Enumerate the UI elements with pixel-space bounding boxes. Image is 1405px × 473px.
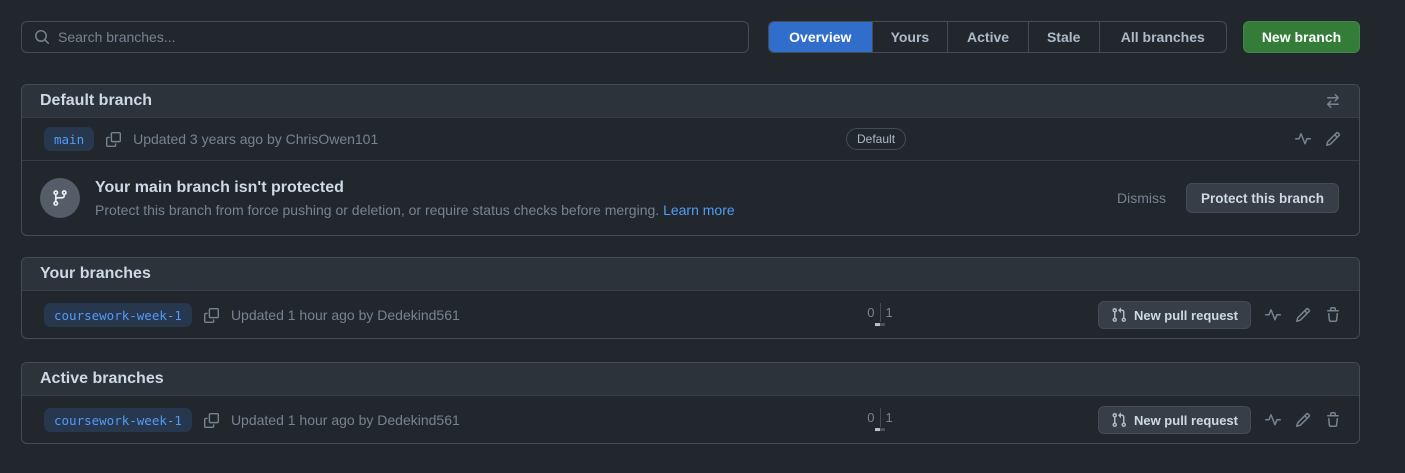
- branch-link-main[interactable]: main: [44, 127, 94, 151]
- default-branch-card: Default branch main Updated 3 years ago …: [21, 84, 1360, 236]
- section-title: Active branches: [40, 370, 164, 388]
- branches-toolbar: Overview Yours Active Stale All branches…: [21, 21, 1360, 53]
- copy-branch-name-button[interactable]: [106, 132, 121, 147]
- ahead-bar: [880, 428, 885, 431]
- tab-stale[interactable]: Stale: [1028, 22, 1099, 52]
- new-pull-request-button[interactable]: New pull request: [1098, 406, 1251, 434]
- protect-branch-button[interactable]: Protect this branch: [1186, 183, 1339, 213]
- notice-description-text: Protect this branch from force pushing o…: [95, 202, 659, 218]
- git-branch-icon: [51, 189, 69, 207]
- branch-meta: Updated 1 hour ago by Dedekind561: [231, 307, 460, 323]
- active-branches-header: Active branches: [22, 363, 1359, 396]
- rename-branch-button[interactable]: [1295, 307, 1311, 323]
- new-pull-request-label: New pull request: [1134, 413, 1238, 428]
- copy-icon: [204, 308, 219, 323]
- branch-meta: Updated 1 hour ago by Dedekind561: [231, 412, 460, 428]
- branch-activity-button[interactable]: [1265, 307, 1281, 323]
- new-branch-button[interactable]: New branch: [1243, 21, 1360, 53]
- rename-branch-button[interactable]: [1325, 131, 1341, 147]
- search-box[interactable]: [21, 21, 749, 53]
- default-badge: Default: [846, 128, 906, 150]
- default-branch-header: Default branch: [22, 85, 1359, 118]
- copy-branch-name-button[interactable]: [204, 413, 219, 428]
- new-pull-request-label: New pull request: [1134, 308, 1238, 323]
- copy-icon: [106, 132, 121, 147]
- section-title: Your branches: [40, 265, 151, 283]
- search-icon: [34, 29, 50, 45]
- copy-icon: [204, 413, 219, 428]
- branch-protection-avatar: [40, 178, 80, 218]
- pencil-icon: [1295, 307, 1311, 323]
- branch-row: coursework-week-1 Updated 1 hour ago by …: [22, 396, 1359, 444]
- tab-overview[interactable]: Overview: [769, 22, 872, 52]
- rename-branch-button[interactable]: [1295, 412, 1311, 428]
- trash-icon: [1325, 307, 1341, 323]
- pulse-icon: [1265, 412, 1281, 428]
- branch-activity-button[interactable]: [1295, 131, 1311, 147]
- change-default-branch-button[interactable]: [1325, 93, 1341, 109]
- tab-all-branches[interactable]: All branches: [1099, 22, 1226, 52]
- pencil-icon: [1295, 412, 1311, 428]
- behind-count: 0: [862, 410, 880, 425]
- trash-icon: [1325, 412, 1341, 428]
- search-input[interactable]: [58, 29, 736, 45]
- notice-description: Protect this branch from force pushing o…: [95, 202, 735, 218]
- branch-row: coursework-week-1 Updated 1 hour ago by …: [22, 291, 1359, 339]
- section-title: Default branch: [40, 92, 152, 110]
- branch-filter-tabs: Overview Yours Active Stale All branches: [768, 21, 1227, 53]
- branch-meta: Updated 3 years ago by ChrisOwen101: [133, 131, 378, 147]
- ahead-behind-counter: 0 1: [858, 408, 902, 431]
- branches-page: Overview Yours Active Stale All branches…: [0, 0, 1405, 473]
- active-branches-card: Active branches coursework-week-1 Update…: [21, 362, 1360, 444]
- your-branches-card: Your branches coursework-week-1 Updated …: [21, 257, 1360, 339]
- behind-count: 0: [862, 305, 880, 320]
- delete-branch-button[interactable]: [1325, 412, 1341, 428]
- branch-activity-button[interactable]: [1265, 412, 1281, 428]
- git-pull-request-icon: [1111, 412, 1127, 428]
- tab-active[interactable]: Active: [947, 22, 1028, 52]
- copy-branch-name-button[interactable]: [204, 308, 219, 323]
- ahead-count: 1: [881, 305, 899, 320]
- default-branch-row: main Updated 3 years ago by ChrisOwen101…: [22, 118, 1359, 161]
- new-pull-request-button[interactable]: New pull request: [1098, 301, 1251, 329]
- pulse-icon: [1295, 131, 1311, 147]
- git-pull-request-icon: [1111, 307, 1127, 323]
- ahead-count: 1: [881, 410, 899, 425]
- dismiss-button[interactable]: Dismiss: [1117, 190, 1166, 206]
- ahead-behind-counter: 0 1: [858, 303, 902, 326]
- notice-title: Your main branch isn't protected: [95, 179, 735, 197]
- your-branches-header: Your branches: [22, 258, 1359, 291]
- pencil-icon: [1325, 131, 1341, 147]
- tab-yours[interactable]: Yours: [872, 22, 948, 52]
- arrow-switch-icon: [1325, 93, 1341, 109]
- ahead-bar: [880, 323, 885, 326]
- pulse-icon: [1265, 307, 1281, 323]
- branch-link-coursework-week-1[interactable]: coursework-week-1: [44, 408, 192, 432]
- delete-branch-button[interactable]: [1325, 307, 1341, 323]
- branch-link-coursework-week-1[interactable]: coursework-week-1: [44, 303, 192, 327]
- learn-more-link[interactable]: Learn more: [663, 202, 735, 218]
- branch-protection-notice: Your main branch isn't protected Protect…: [22, 161, 1359, 235]
